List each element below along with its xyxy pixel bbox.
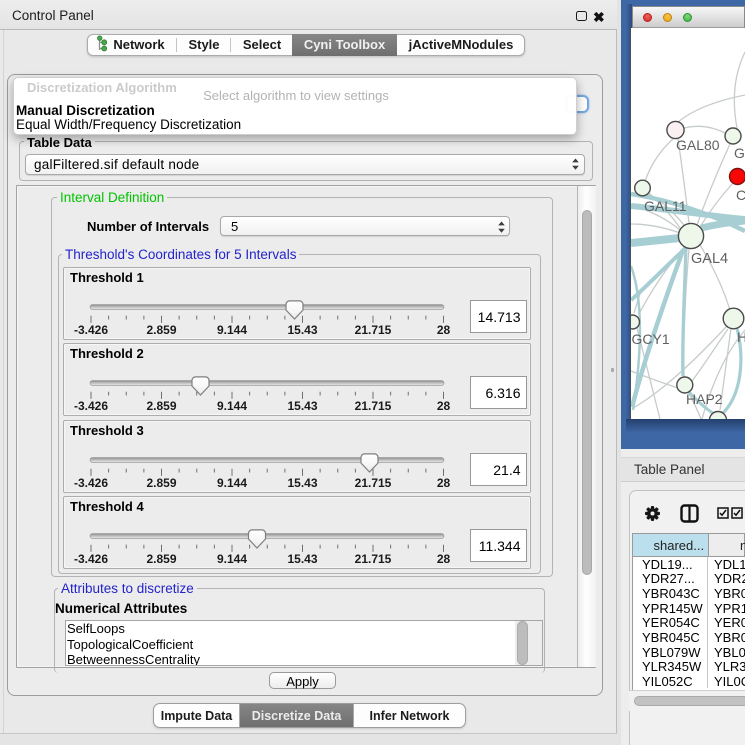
svg-text:HI: HI [737,329,745,345]
svg-text:28: 28 [437,323,451,337]
svg-text:28: 28 [437,552,451,566]
svg-text:15.43: 15.43 [287,552,317,566]
svg-text:15.43: 15.43 [287,399,317,413]
svg-text:2.859: 2.859 [146,323,176,337]
svg-text:21.715: 21.715 [355,323,392,337]
svg-text:21.715: 21.715 [355,476,392,490]
svg-text:15.43: 15.43 [287,323,317,337]
svg-text:-3.426: -3.426 [74,476,108,490]
svg-text:9.144: 9.144 [217,476,247,490]
svg-text:-3.426: -3.426 [74,399,108,413]
svg-text:2.859: 2.859 [146,399,176,413]
svg-text:28: 28 [437,399,451,413]
svg-text:28: 28 [437,476,451,490]
svg-text:GAL80: GAL80 [676,137,720,153]
svg-text:9.144: 9.144 [217,399,247,413]
svg-text:C: C [736,187,745,203]
svg-text:HAP2: HAP2 [686,391,723,407]
svg-text:GCY1: GCY1 [632,331,670,347]
svg-text:2.859: 2.859 [146,476,176,490]
svg-text:15.43: 15.43 [287,476,317,490]
svg-text:GAL4: GAL4 [691,251,728,267]
svg-text:2.859: 2.859 [146,552,176,566]
svg-text:21.715: 21.715 [355,399,392,413]
svg-text:GA: GA [734,145,745,161]
svg-text:9.144: 9.144 [217,552,247,566]
svg-text:-3.426: -3.426 [74,552,108,566]
svg-text:21.715: 21.715 [355,552,392,566]
svg-text:GAL11: GAL11 [644,198,687,214]
svg-text:9.144: 9.144 [217,323,247,337]
svg-text:-3.426: -3.426 [74,323,108,337]
